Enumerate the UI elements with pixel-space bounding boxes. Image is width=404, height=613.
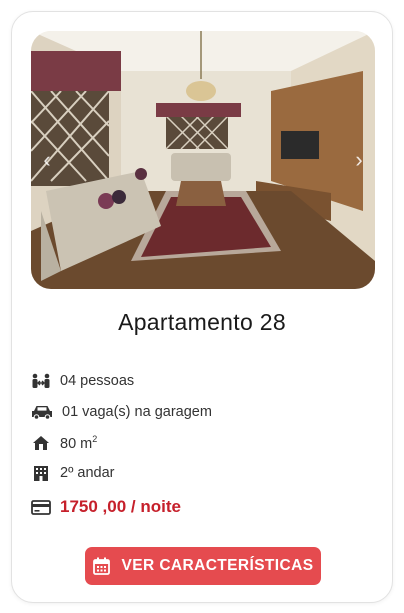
feature-guests-text: 04 pessoas xyxy=(60,373,135,389)
view-features-button[interactable]: VER CARACTERÍSTICAS xyxy=(85,547,321,585)
feature-price: 1750 ,00 / noite xyxy=(30,496,181,518)
car-icon xyxy=(30,403,54,421)
feature-area-text: 80 m2 xyxy=(60,434,98,452)
price-text: 1750 ,00 / noite xyxy=(60,497,181,516)
feature-parking-text: 01 vaga(s) na garagem xyxy=(62,404,212,420)
house-icon xyxy=(30,434,52,452)
carousel-next-arrow[interactable]: › xyxy=(347,146,371,174)
feature-floor: 2º andar xyxy=(30,462,114,484)
people-icon xyxy=(30,372,52,390)
feature-area: 80 m2 xyxy=(30,432,97,454)
carousel-prev-arrow[interactable]: ‹ xyxy=(35,146,59,174)
feature-parking: 01 vaga(s) na garagem xyxy=(30,401,212,423)
credit-card-icon xyxy=(30,498,52,516)
feature-guests: 04 pessoas xyxy=(30,370,134,392)
building-icon xyxy=(30,464,52,482)
view-features-label: VER CARACTERÍSTICAS xyxy=(121,557,314,574)
listing-photo[interactable]: ‹ › xyxy=(31,31,375,289)
listing-title: Apartamento 28 xyxy=(118,309,286,335)
feature-floor-text: 2º andar xyxy=(60,465,115,481)
living-room-image xyxy=(31,31,375,289)
calendar-icon xyxy=(92,557,110,575)
listing-card: ‹ › Apartamento 28 04 pessoas 01 vaga(s)… xyxy=(11,11,393,603)
